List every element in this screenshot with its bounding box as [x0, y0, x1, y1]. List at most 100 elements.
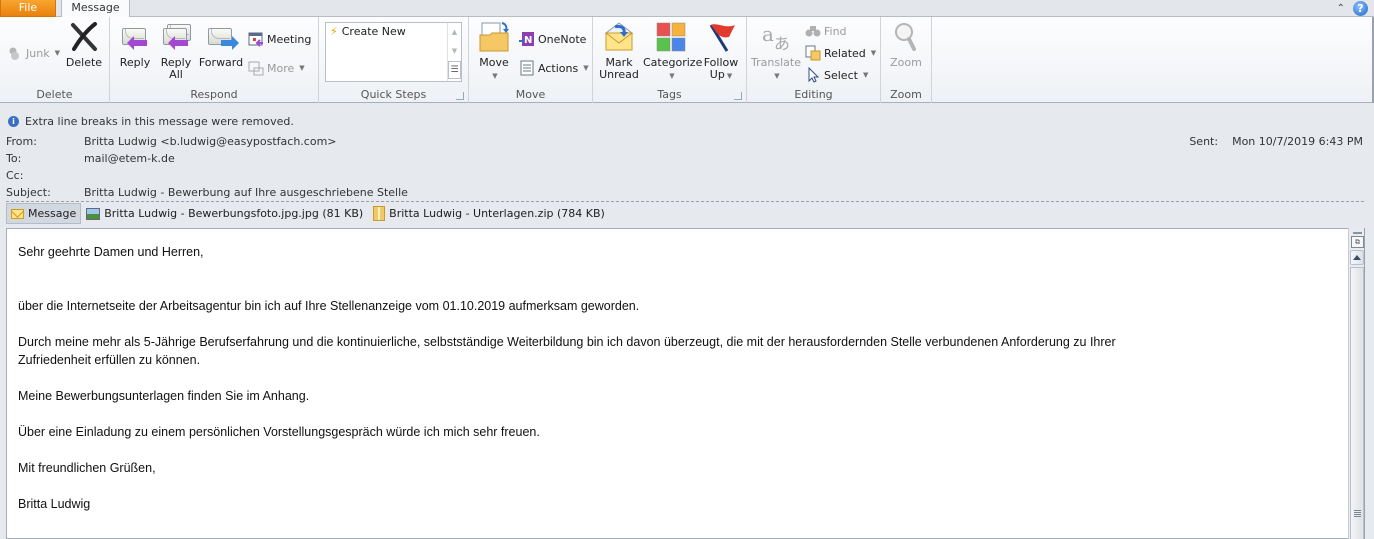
cursor-icon [805, 66, 821, 83]
from-label: From: [6, 135, 37, 148]
ribbon-group-tags: Mark Unread Categorize ▼ Follow Up ▼ Tags [593, 17, 747, 103]
lightning-icon: ⚡ [330, 25, 338, 38]
junk-icon [7, 45, 23, 61]
attachment-label: Message [28, 207, 77, 220]
info-bar-text: Extra line breaks in this message were r… [25, 115, 294, 128]
delete-x-icon [68, 21, 100, 53]
message-body[interactable]: Sehr geehrte Damen und Herren, über die … [6, 228, 1364, 539]
move-label: Move [479, 56, 509, 69]
body-closing: Mit freundlichen Grüßen, [18, 461, 156, 475]
follow-up-button[interactable]: Follow Up ▼ [701, 21, 741, 82]
ribbon-group-delete: Junk ▼ Delete Delete [0, 17, 110, 103]
group-label-tags: Tags [657, 88, 682, 101]
ribbon-tab-strip: File Message ⌃ ? [0, 0, 1374, 18]
scroll-up-button[interactable] [1350, 250, 1364, 265]
quick-steps-dialog-launcher[interactable] [456, 92, 464, 100]
translate-button[interactable]: aあ Translate ▼ [751, 21, 801, 82]
reply-button[interactable]: Reply [116, 21, 154, 69]
zoom-button[interactable]: Zoom [887, 21, 925, 69]
junk-button[interactable]: Junk ▼ [7, 44, 60, 62]
help-icon[interactable]: ? [1353, 1, 1368, 16]
onenote-button[interactable]: N OneNote [519, 30, 586, 48]
chevron-up-icon[interactable]: ⌃ [1337, 3, 1345, 14]
tab-file[interactable]: File [0, 0, 56, 17]
category-color-square [671, 37, 686, 52]
subject-label: Subject: [6, 186, 51, 199]
scroll-thumb[interactable] [1350, 267, 1364, 539]
more-label: More [267, 61, 295, 75]
forward-icon [205, 21, 239, 53]
sent-value: Mon 10/7/2019 6:43 PM [1232, 135, 1363, 148]
actions-button[interactable]: Actions ▼ [519, 59, 589, 77]
svg-text:a: a [762, 22, 774, 46]
categorize-icon [655, 21, 687, 53]
body-paragraph: Meine Bewerbungsunterlagen finden Sie im… [18, 389, 310, 403]
meeting-label: Meeting [267, 32, 312, 46]
attachment-item[interactable]: Britta Ludwig - Bewerbungsfoto.jpg.jpg (… [81, 203, 368, 224]
envelope-icon [11, 208, 24, 219]
from-value[interactable]: Britta Ludwig <b.ludwig@easypostfach.com… [84, 134, 337, 149]
category-color-square [656, 37, 671, 52]
categorize-button[interactable]: Categorize ▼ [643, 21, 703, 82]
find-button[interactable]: Find [805, 22, 847, 40]
reply-icon [119, 21, 151, 53]
related-icon [805, 45, 821, 61]
sent-info: Sent: Mon 10/7/2019 6:43 PM [1189, 135, 1363, 148]
sent-label: Sent: [1189, 135, 1219, 148]
zip-file-icon [373, 206, 386, 221]
to-value[interactable]: mail@etem-k.de [84, 151, 175, 166]
find-label: Find [824, 24, 847, 38]
more-respond-button[interactable]: More ▼ [248, 59, 305, 77]
vertical-scrollbar[interactable]: ⧉ [1348, 228, 1365, 539]
attachment-label: Britta Ludwig - Unterlagen.zip (784 KB) [389, 207, 605, 220]
follow-up-label-2: Up [709, 68, 725, 81]
svg-text:N: N [524, 35, 532, 46]
attachment-label: Britta Ludwig - Bewerbungsfoto.jpg.jpg (… [104, 207, 364, 220]
attachment-message-tab[interactable]: Message [6, 203, 82, 224]
magnifier-icon [890, 21, 922, 53]
forward-button[interactable]: Forward [198, 21, 244, 69]
attachment-item[interactable]: Britta Ludwig - Unterlagen.zip (784 KB) [368, 203, 610, 224]
related-button[interactable]: Related ▼ [805, 44, 876, 62]
forward-label: Forward [198, 56, 244, 69]
select-button[interactable]: Select ▼ [805, 66, 868, 84]
tags-dialog-launcher[interactable] [734, 92, 742, 100]
quick-step-create-new[interactable]: ⚡ Create New [330, 25, 406, 38]
quick-steps-gallery: ⚡ Create New ▲ ▼ ☰ [325, 22, 462, 82]
gallery-expand[interactable]: ☰ [448, 61, 461, 79]
mark-unread-icon [603, 21, 635, 53]
meeting-button[interactable]: Meeting [248, 30, 311, 48]
info-bar[interactable]: i Extra line breaks in this message were… [8, 115, 294, 128]
mark-unread-label-2: Unread [599, 68, 639, 81]
tab-message[interactable]: Message [61, 0, 130, 18]
categorize-label: Categorize [643, 56, 703, 69]
split-handle[interactable] [1353, 232, 1362, 234]
more-respond-icon [248, 60, 264, 76]
category-color-square [656, 22, 671, 37]
meeting-calendar-icon [248, 31, 264, 47]
mark-unread-button[interactable]: Mark Unread [597, 21, 641, 81]
body-greeting: Sehr geehrte Damen und Herren, [18, 245, 204, 259]
select-label: Select [824, 68, 858, 82]
body-signature: Britta Ludwig [18, 497, 91, 511]
ribbon-group-zoom: Zoom Zoom [881, 17, 932, 103]
delete-button[interactable]: Delete [64, 21, 104, 69]
reply-all-button[interactable]: Reply All [158, 21, 194, 81]
body-paragraph: Über eine Einladung zu einem persönliche… [18, 425, 540, 439]
ribbon-group-respond: Reply Reply All Forward Meeting More ▼ Re… [110, 17, 319, 103]
view-toggle-icon[interactable]: ⧉ [1351, 236, 1364, 248]
reply-label: Reply [119, 56, 151, 69]
onenote-label: OneNote [538, 32, 587, 46]
translate-label: Translate [751, 56, 801, 69]
follow-up-flag-icon [705, 21, 737, 53]
attachment-bar: Message Britta Ludwig - Bewerbungsfoto.j… [6, 203, 610, 224]
group-label-zoom: Zoom [890, 88, 922, 101]
gallery-scroll-up[interactable]: ▲ [448, 23, 461, 42]
reply-all-label-2: All [169, 68, 183, 81]
body-paragraph: Durch meine mehr als 5-Jährige Berufserf… [18, 335, 1116, 349]
move-button[interactable]: Move ▼ [475, 21, 513, 82]
ribbon-group-move: Move ▼ N OneNote Actions ▼ Move [469, 17, 593, 103]
gallery-scroll-down[interactable]: ▼ [448, 42, 461, 61]
create-new-label: Create New [341, 25, 406, 38]
group-label-quick-steps: Quick Steps [360, 88, 427, 101]
